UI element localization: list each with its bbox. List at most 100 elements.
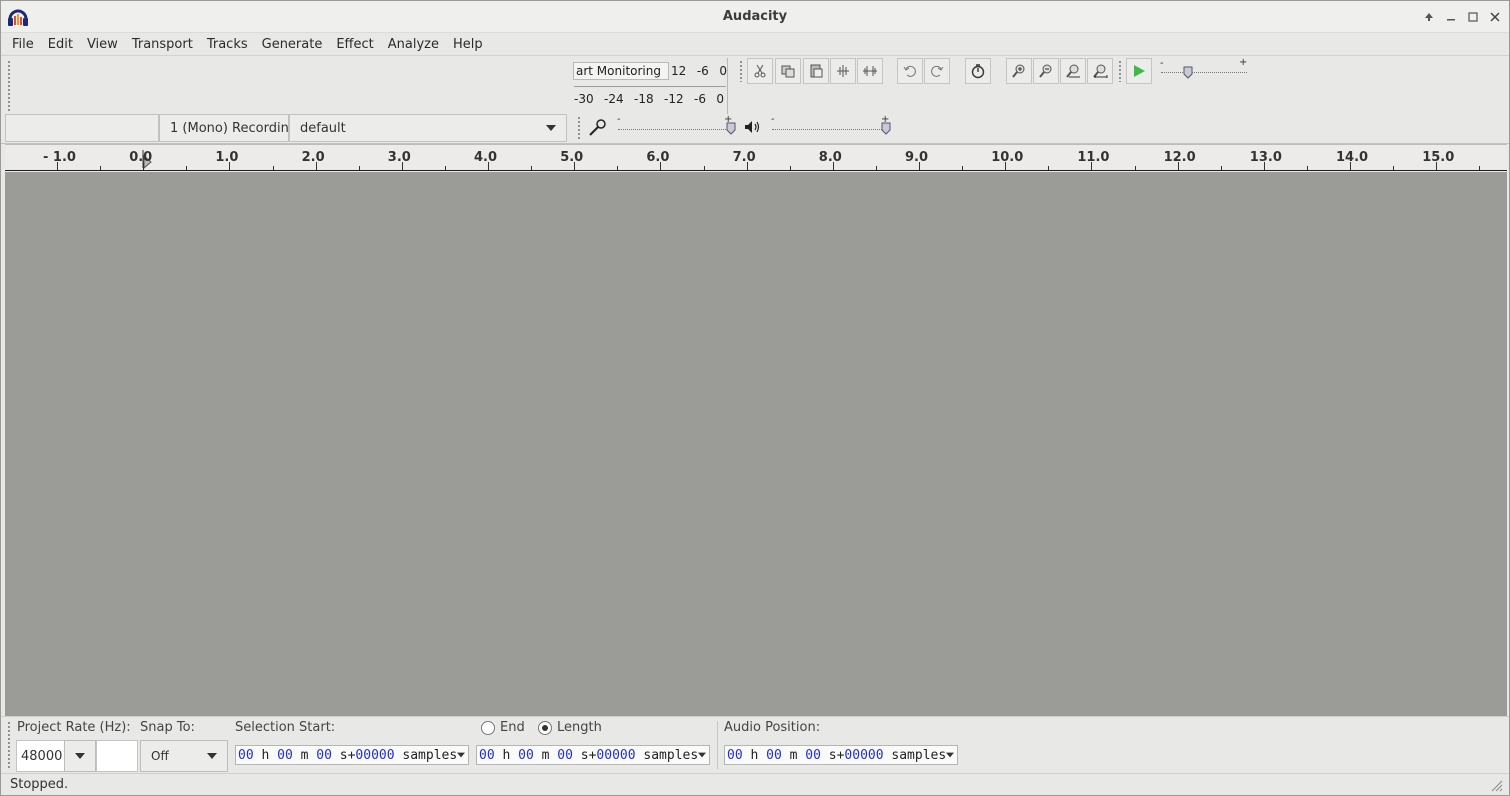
playback-meter-tick: -18 <box>634 92 654 106</box>
playback-meter-tick: 0 <box>716 92 724 106</box>
playback-volume-slider-thumb[interactable] <box>881 122 891 135</box>
playback-meter-scale[interactable]: -30 -24 -18 -12 -6 0 <box>574 92 724 106</box>
project-rate-input[interactable]: 48000 <box>16 740 66 772</box>
project-rate-dropdown[interactable] <box>64 740 96 772</box>
ruler-minor-tick <box>531 166 533 170</box>
arrow-up-icon <box>1425 13 1433 21</box>
menu-edit[interactable]: Edit <box>41 37 80 52</box>
ruler-label: 11.0 <box>1077 150 1110 165</box>
selection-start-label: Selection Start: <box>235 720 336 735</box>
ruler-label: 8.0 <box>818 150 842 165</box>
window-controls <box>1419 7 1505 27</box>
project-rate-label: Project Rate (Hz): <box>17 720 131 735</box>
zoom-in-button[interactable] <box>1006 58 1032 84</box>
chevron-down-icon <box>457 752 466 758</box>
speed-plus-glyph: + <box>1239 57 1248 68</box>
copy-button[interactable] <box>775 58 801 84</box>
audio-position-time[interactable]: 00 h 00 m 00 s+ 00000 samples <box>724 745 958 765</box>
zoom-out-button[interactable] <box>1033 58 1059 84</box>
play-speed-slider-track[interactable] <box>1161 72 1247 73</box>
time-format-unit: samples <box>643 747 699 763</box>
menu-bar: File Edit View Transport Tracks Generate… <box>1 33 1509 55</box>
sync-lock-button[interactable] <box>965 58 991 84</box>
close-button[interactable] <box>1485 7 1505 27</box>
end-radio[interactable] <box>481 721 495 735</box>
zoom-fit-selection-icon <box>1066 64 1080 78</box>
playback-volume-slider-track[interactable] <box>772 129 890 130</box>
ruler-minor-tick <box>186 166 188 170</box>
length-radio[interactable] <box>538 721 552 735</box>
menu-transport[interactable]: Transport <box>125 37 200 52</box>
track-panel[interactable] <box>5 172 1507 716</box>
ruler-major-tick <box>488 162 489 170</box>
ruler-label: 15.0 <box>1422 150 1455 165</box>
start-monitoring-button[interactable]: art Monitoring <box>573 62 669 80</box>
maximize-icon <box>1468 12 1478 22</box>
paste-button[interactable] <box>803 58 829 84</box>
fit-project-button[interactable] <box>1087 58 1113 84</box>
ruler-minor-tick <box>358 166 360 170</box>
host-select[interactable] <box>5 114 159 142</box>
toolbar-separator <box>727 58 728 114</box>
fit-selection-button[interactable] <box>1060 58 1086 84</box>
play-at-speed-grip[interactable] <box>1118 60 1122 82</box>
menu-file[interactable]: File <box>5 37 41 52</box>
ruler-major-tick <box>832 162 834 170</box>
minimize-button[interactable] <box>1441 7 1461 27</box>
input-device-select[interactable]: default <box>289 114 567 142</box>
ruler-minor-tick <box>617 166 619 170</box>
maximize-button[interactable] <box>1463 7 1483 27</box>
cut-button[interactable] <box>747 58 773 84</box>
ruler-label: 5.0 <box>560 150 584 165</box>
snap-to-select[interactable]: Off <box>140 740 228 772</box>
mixer-toolbar-grip[interactable] <box>577 116 581 140</box>
trim-icon <box>837 65 849 77</box>
selection-toolbar-grip[interactable] <box>7 721 11 769</box>
menu-tracks[interactable]: Tracks <box>200 37 255 52</box>
ruler-label: 6.0 <box>646 150 670 165</box>
ruler-minor-tick <box>272 166 274 170</box>
record-meter-scale: 12 -6 0 <box>671 64 727 78</box>
ruler-label: 3.0 <box>387 150 411 165</box>
recording-volume-slider-thumb[interactable] <box>726 122 736 135</box>
ruler-major-tick <box>919 162 920 170</box>
close-icon <box>1490 12 1500 22</box>
timer-icon <box>971 64 985 79</box>
silence-audio-button[interactable] <box>857 58 883 84</box>
ruler-major-tick <box>1177 162 1179 170</box>
menu-effect[interactable]: Effect <box>329 37 380 52</box>
record-meter-tick: -6 <box>696 64 709 78</box>
menu-view[interactable]: View <box>80 37 125 52</box>
channels-select[interactable]: 1 (Mono) Recording <box>159 114 289 142</box>
menu-help[interactable]: Help <box>446 37 490 52</box>
ruler-label: - 1.0 <box>43 150 76 165</box>
toolbar-grip[interactable] <box>7 60 11 112</box>
audacity-window: Audacity File Edit View Transport Tracks… <box>0 0 1510 796</box>
ruler-major-tick <box>1350 162 1351 170</box>
ruler-minor-tick <box>1134 166 1136 170</box>
timeline-ruler[interactable]: - 1.0 0.0 1.0 2.0 3.0 4.0 5.0 6.0 7.0 8.0 9.0 10.0 1… <box>5 144 1507 171</box>
zoom-in-icon <box>1012 64 1025 78</box>
redo-button[interactable] <box>924 58 950 84</box>
menu-generate[interactable]: Generate <box>255 37 330 52</box>
selection-start-time[interactable]: 00 h 00 m 00 s+ 00000 samples <box>235 745 469 765</box>
play-at-speed-button[interactable] <box>1126 58 1152 84</box>
ruler-major-tick <box>1005 162 1007 170</box>
trim-audio-button[interactable] <box>830 58 856 84</box>
ruler-label: 12.0 <box>1163 150 1196 165</box>
play-speed-slider-thumb[interactable] <box>1183 66 1193 79</box>
ruler-minor-tick <box>444 166 446 170</box>
menu-analyze[interactable]: Analyze <box>381 37 446 52</box>
undo-button[interactable] <box>897 58 923 84</box>
status-text: Stopped. <box>10 777 69 792</box>
chevron-down-icon <box>698 752 707 758</box>
project-rate-blank-field[interactable] <box>96 740 138 772</box>
ruler-label: 4.0 <box>474 150 498 165</box>
resize-grip-icon[interactable] <box>1489 778 1503 792</box>
selection-end-length-time[interactable]: 00 h 00 m 00 s+ 00000 samples <box>476 745 710 765</box>
edit-toolbar-grip[interactable] <box>739 60 743 82</box>
chevron-down-icon <box>546 125 556 131</box>
window-shade-button[interactable] <box>1419 7 1439 27</box>
recording-volume-slider-track[interactable] <box>618 129 734 130</box>
ruler-minor-tick <box>1479 166 1481 170</box>
